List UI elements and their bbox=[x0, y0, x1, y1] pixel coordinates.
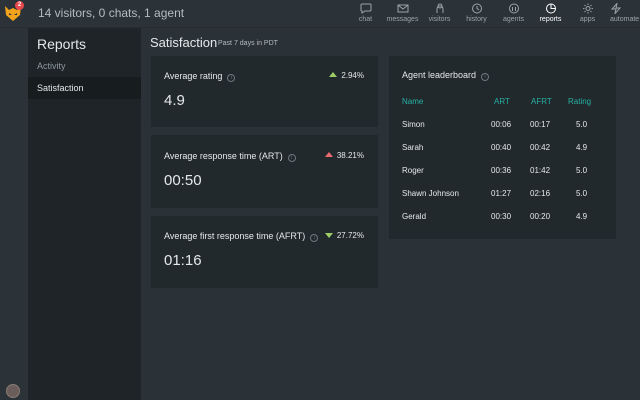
history-icon bbox=[471, 3, 482, 14]
table-cell-name: Simon bbox=[402, 120, 425, 129]
main-nav: chat messages visitors history agents re… bbox=[347, 0, 640, 28]
metric-delta: 27.72% bbox=[324, 231, 364, 240]
info-icon[interactable]: i bbox=[481, 73, 490, 81]
metric-label-text: Average first response time (AFRT) bbox=[164, 231, 306, 241]
table-cell-art: 00:06 bbox=[491, 120, 512, 129]
nav-reports-label: reports bbox=[539, 16, 562, 23]
nav-messages[interactable]: messages bbox=[384, 0, 421, 28]
table-cell-rating: 5.0 bbox=[576, 120, 588, 129]
metric-value: 00:50 bbox=[164, 172, 202, 189]
metric-card-afrt: Average first response time (AFRT) i 27.7… bbox=[151, 216, 378, 288]
metric-label-text: Average response time (ART) bbox=[164, 151, 283, 161]
column-header-rating[interactable]: Rating bbox=[568, 97, 591, 106]
table-cell-art: 00:36 bbox=[491, 166, 512, 175]
nav-agents[interactable]: agents bbox=[495, 0, 532, 28]
leaderboard-title: Agent leaderboard i bbox=[402, 70, 490, 81]
sidebar-title: Reports bbox=[37, 36, 87, 52]
chat-bubble-icon bbox=[360, 3, 371, 14]
table-cell-rating: 4.9 bbox=[576, 143, 588, 152]
sidebar-item-activity[interactable]: Activity bbox=[28, 55, 141, 77]
metric-value: 4.9 bbox=[164, 92, 185, 109]
apps-gear-icon bbox=[582, 3, 593, 14]
table-cell-name: Roger bbox=[402, 166, 424, 175]
table-cell-afrt: 00:17 bbox=[530, 120, 551, 129]
metric-delta: 2.94% bbox=[329, 71, 364, 80]
table-cell-art: 00:40 bbox=[491, 143, 512, 152]
agents-icon bbox=[508, 3, 519, 14]
visitor-status-text: 14 visitors, 0 chats, 1 agent bbox=[38, 6, 185, 20]
user-avatar[interactable] bbox=[6, 384, 20, 398]
notification-badge: 2 bbox=[15, 1, 24, 10]
column-header-afrt[interactable]: AFRT bbox=[531, 97, 552, 106]
table-cell-name: Shawn Johnson bbox=[402, 189, 459, 198]
left-rail bbox=[0, 28, 28, 400]
table-cell-rating: 4.9 bbox=[576, 212, 588, 221]
leaderboard-title-text: Agent leaderboard bbox=[402, 70, 477, 80]
table-cell-afrt: 01:42 bbox=[530, 166, 551, 175]
nav-automate[interactable]: automate bbox=[606, 0, 640, 28]
reports-icon bbox=[545, 3, 556, 14]
metric-card-art: Average response time (ART) i 38.21% 00:5… bbox=[151, 135, 378, 208]
trend-up-icon bbox=[324, 152, 333, 157]
visitors-icon bbox=[436, 3, 443, 13]
table-cell-name: Gerald bbox=[402, 212, 427, 221]
nav-visitors-label: visitors bbox=[428, 16, 451, 23]
date-range-label: Past 7 days in PDT bbox=[218, 40, 278, 47]
nav-reports[interactable]: reports bbox=[532, 0, 569, 28]
table-cell-afrt: 00:42 bbox=[530, 143, 551, 152]
metric-label: Average rating i bbox=[164, 71, 236, 82]
metric-label-text: Average rating bbox=[164, 71, 223, 81]
metric-value: 01:16 bbox=[164, 252, 202, 269]
trend-down-icon bbox=[324, 233, 333, 238]
table-cell-afrt: 02:16 bbox=[530, 189, 551, 198]
column-header-name[interactable]: Name bbox=[402, 97, 423, 106]
nav-history-label: history bbox=[466, 16, 487, 23]
metric-label: Average first response time (AFRT) i bbox=[164, 231, 319, 242]
nav-apps-label: apps bbox=[579, 16, 596, 23]
nav-chat[interactable]: chat bbox=[347, 0, 384, 28]
metric-label: Average response time (ART) i bbox=[164, 151, 296, 162]
messages-icon bbox=[397, 4, 408, 13]
nav-history[interactable]: history bbox=[458, 0, 495, 28]
info-icon[interactable]: i bbox=[287, 154, 296, 162]
table-cell-name: Sarah bbox=[402, 143, 424, 152]
table-cell-rating: 5.0 bbox=[576, 189, 588, 198]
table-cell-art: 01:27 bbox=[491, 189, 512, 198]
nav-visitors[interactable]: visitors bbox=[421, 0, 458, 28]
page-title: Satisfaction bbox=[150, 35, 218, 50]
metric-delta-value: 38.21% bbox=[336, 151, 364, 160]
column-header-art[interactable]: ART bbox=[494, 97, 510, 106]
metric-delta-value: 2.94% bbox=[341, 71, 364, 80]
table-cell-art: 00:30 bbox=[491, 212, 512, 221]
sidebar-item-satisfaction[interactable]: Satisfaction bbox=[28, 77, 141, 99]
metric-delta-value: 27.72% bbox=[336, 231, 364, 240]
agent-leaderboard-card: Agent leaderboard i Name ART AFRT Rating … bbox=[389, 56, 616, 239]
metric-delta: 38.21% bbox=[324, 151, 364, 160]
metric-card-average-rating: Average rating i 2.94% 4.9 bbox=[151, 56, 378, 127]
nav-agents-label: agents bbox=[502, 16, 525, 23]
reports-sidebar: Reports Activity Satisfaction bbox=[28, 28, 141, 400]
info-icon[interactable]: i bbox=[227, 74, 236, 82]
automate-icon bbox=[610, 3, 622, 14]
nav-automate-label: automate bbox=[610, 16, 640, 23]
nav-chat-label: chat bbox=[358, 16, 373, 23]
nav-apps[interactable]: apps bbox=[569, 0, 606, 28]
table-cell-afrt: 00:20 bbox=[530, 212, 551, 221]
nav-messages-label: messages bbox=[386, 16, 419, 23]
table-cell-rating: 5.0 bbox=[576, 166, 588, 175]
trend-up-icon bbox=[329, 72, 338, 77]
top-bar: 2 14 visitors, 0 chats, 1 agent chat mes… bbox=[0, 0, 640, 28]
info-icon[interactable]: i bbox=[310, 234, 319, 242]
